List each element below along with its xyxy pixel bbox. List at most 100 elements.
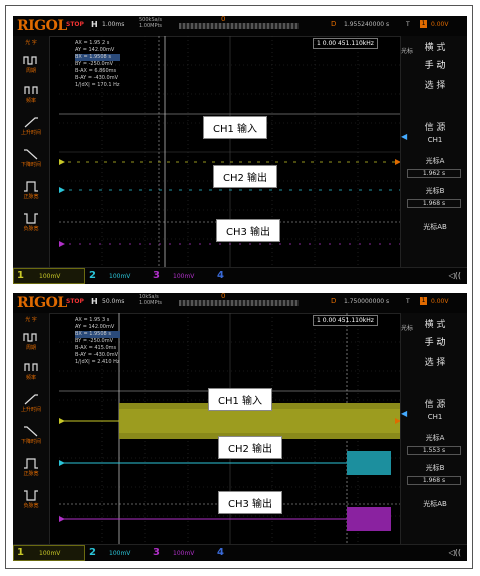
ch3-number[interactable]: 3 bbox=[153, 547, 160, 558]
rise-time-icon bbox=[24, 394, 38, 405]
positive-pulse-icon bbox=[24, 181, 38, 192]
meas-by: BY = -250.0mV bbox=[75, 338, 114, 344]
meas-ax: AX = 1.95 2 s bbox=[75, 40, 110, 46]
ch3-scale: 100mV bbox=[173, 550, 195, 557]
trigger-position-marker: 0 bbox=[221, 293, 226, 300]
source-value[interactable]: CH1 bbox=[407, 413, 463, 421]
delay-label: D bbox=[331, 20, 337, 28]
measure-item-negative-width[interactable]: 负脉宽 bbox=[15, 489, 47, 509]
side-label: 光标 bbox=[401, 325, 414, 332]
cursor-a-label: 光标A bbox=[425, 434, 445, 442]
ch3-number[interactable]: 3 bbox=[153, 270, 160, 281]
trigger-source-badge: 1 bbox=[420, 297, 427, 305]
ch4-number[interactable]: 4 bbox=[217, 270, 224, 281]
memory-strip bbox=[179, 300, 299, 306]
fall-time-icon bbox=[24, 149, 38, 160]
ch1-number[interactable]: 1 bbox=[17, 270, 24, 281]
scope-screen-top: RIGOL STOP H 1.00ms 500kSa/s 1.00MPts 0 … bbox=[13, 16, 467, 284]
ch1-input-label: CH1 输入 bbox=[208, 388, 273, 411]
measure-item-period[interactable]: 周期 bbox=[15, 54, 47, 74]
ch3-output-label: CH3 输出 bbox=[218, 491, 283, 514]
meas-by: BY = -250.0mV bbox=[75, 61, 114, 67]
timebase-value[interactable]: 50.0ms bbox=[102, 298, 124, 305]
cursor-a-value[interactable]: 1.553 s bbox=[407, 446, 461, 455]
measure-item-period[interactable]: 周期 bbox=[15, 331, 47, 351]
horizontal-label: H bbox=[91, 297, 98, 306]
cursor-ab-label[interactable]: 光标AB bbox=[407, 222, 463, 232]
cursor-b-label: 光标B bbox=[425, 464, 445, 472]
sound-icon[interactable]: ◁(( bbox=[449, 548, 461, 557]
measure-item-frequency[interactable]: 频率 bbox=[15, 84, 47, 104]
mode-value[interactable]: 手 动 bbox=[407, 335, 463, 348]
select-label[interactable]: 选 择 bbox=[407, 355, 463, 368]
meas-ay: AY = 142.00mV bbox=[75, 47, 115, 53]
cursor-a-value[interactable]: 1.962 s bbox=[407, 169, 461, 178]
meas-ax: AX = 1.95 3 s bbox=[75, 317, 110, 323]
cursor-menu: 横 式 手 动 选 择 信 源 ◀ CH1 光标A 1.962 s 光标B 1.… bbox=[400, 36, 467, 268]
meas-ay: AY = 142.00mV bbox=[75, 324, 115, 330]
measure-item-fall-time[interactable]: 下降时间 bbox=[15, 425, 47, 445]
measure-label: 正脉宽 bbox=[23, 194, 39, 200]
side-label: 光标 bbox=[401, 48, 414, 55]
measure-label: 正脉宽 bbox=[23, 471, 39, 477]
measure-label: 下降时间 bbox=[20, 162, 41, 168]
cursor-menu: 横 式 手 动 选 择 信 源 ◀ CH1 光标A 1.553 s 光标B 1.… bbox=[400, 313, 467, 545]
ch2-output-label: CH2 输出 bbox=[218, 436, 283, 459]
frequency-counter: 1 0.00 451.110kHz bbox=[313, 38, 378, 49]
frequency-icon bbox=[24, 86, 38, 94]
meas-bax: B-AX = 415.0ms bbox=[75, 345, 117, 351]
measure-label: 周期 bbox=[25, 68, 36, 74]
cursor-measurements: AX = 1.95 3 s AY = 142.00mV BX = 1.9508 … bbox=[75, 317, 120, 366]
delay-value[interactable]: 1.750000000 s bbox=[344, 298, 389, 305]
ch3-output-label: CH3 输出 bbox=[216, 219, 281, 242]
run-status[interactable]: STOP bbox=[66, 298, 84, 305]
ch2-burst bbox=[347, 451, 391, 475]
ch1-input-label: CH1 输入 bbox=[203, 116, 268, 139]
sound-icon[interactable]: ◁(( bbox=[449, 271, 461, 280]
measure-item-0[interactable]: 光 字 bbox=[15, 39, 47, 46]
delay-value[interactable]: 1.955240000 s bbox=[344, 21, 389, 28]
status-bar: RIGOL STOP H 50.0ms 10kSa/s 1.00MPts 0 D… bbox=[13, 293, 467, 314]
fall-time-icon bbox=[24, 426, 38, 437]
measure-item-rise-time[interactable]: 上升时间 bbox=[15, 116, 47, 136]
measure-item-positive-width[interactable]: 正脉宽 bbox=[15, 180, 47, 200]
trigger-label: T bbox=[406, 298, 410, 305]
trigger-source-badge: 1 bbox=[420, 20, 427, 28]
cursor-a-label: 光标A bbox=[425, 157, 445, 165]
measure-item-rise-time[interactable]: 上升时间 bbox=[15, 393, 47, 413]
select-label[interactable]: 选 择 bbox=[407, 78, 463, 91]
measure-item-0[interactable]: 光 字 bbox=[15, 316, 47, 323]
brand-logo: RIGOL bbox=[17, 295, 67, 311]
timebase-value[interactable]: 1.00ms bbox=[102, 21, 124, 28]
frequency-icon bbox=[24, 363, 38, 371]
meas-bx: BX = 1.9508 s bbox=[75, 331, 120, 338]
channel-bar: 1 100mV 2 100mV 3 100mV 4 ◁(( bbox=[13, 267, 467, 284]
source-value[interactable]: CH1 bbox=[407, 136, 463, 144]
measure-item-fall-time[interactable]: 下降时间 bbox=[15, 148, 47, 168]
run-status[interactable]: STOP bbox=[66, 21, 84, 28]
trigger-level[interactable]: 0.00V bbox=[431, 298, 448, 305]
brand-logo: RIGOL bbox=[17, 18, 67, 34]
ch2-number[interactable]: 2 bbox=[89, 270, 96, 281]
sample-info: 10kSa/s 1.00MPts bbox=[139, 294, 162, 306]
measure-item-negative-width[interactable]: 负脉宽 bbox=[15, 212, 47, 232]
cursor-ab-label[interactable]: 光标AB bbox=[407, 499, 463, 509]
measure-label: 上升时间 bbox=[20, 407, 41, 413]
measure-label: 周期 bbox=[25, 345, 36, 351]
ch2-number[interactable]: 2 bbox=[89, 547, 96, 558]
cursor-b-value[interactable]: 1.968 s bbox=[407, 199, 461, 208]
trigger-level[interactable]: 0.00V bbox=[431, 21, 448, 28]
measure-item-frequency[interactable]: 频率 bbox=[15, 361, 47, 381]
meas-bx: BX = 1.9508 s bbox=[75, 54, 120, 61]
ch1-number[interactable]: 1 bbox=[17, 547, 24, 558]
measure-label: 负脉宽 bbox=[23, 503, 39, 509]
mode-label: 横 式 bbox=[424, 43, 446, 53]
ch4-number[interactable]: 4 bbox=[217, 547, 224, 558]
measure-item-positive-width[interactable]: 正脉宽 bbox=[15, 457, 47, 477]
delay-label: D bbox=[331, 297, 337, 305]
measure-label: 频率 bbox=[25, 98, 36, 104]
cursor-b-value[interactable]: 1.968 s bbox=[407, 476, 461, 485]
mode-value[interactable]: 手 动 bbox=[407, 58, 463, 71]
measure-label: 负脉宽 bbox=[23, 226, 39, 232]
source-label: 信 源 bbox=[424, 400, 446, 410]
